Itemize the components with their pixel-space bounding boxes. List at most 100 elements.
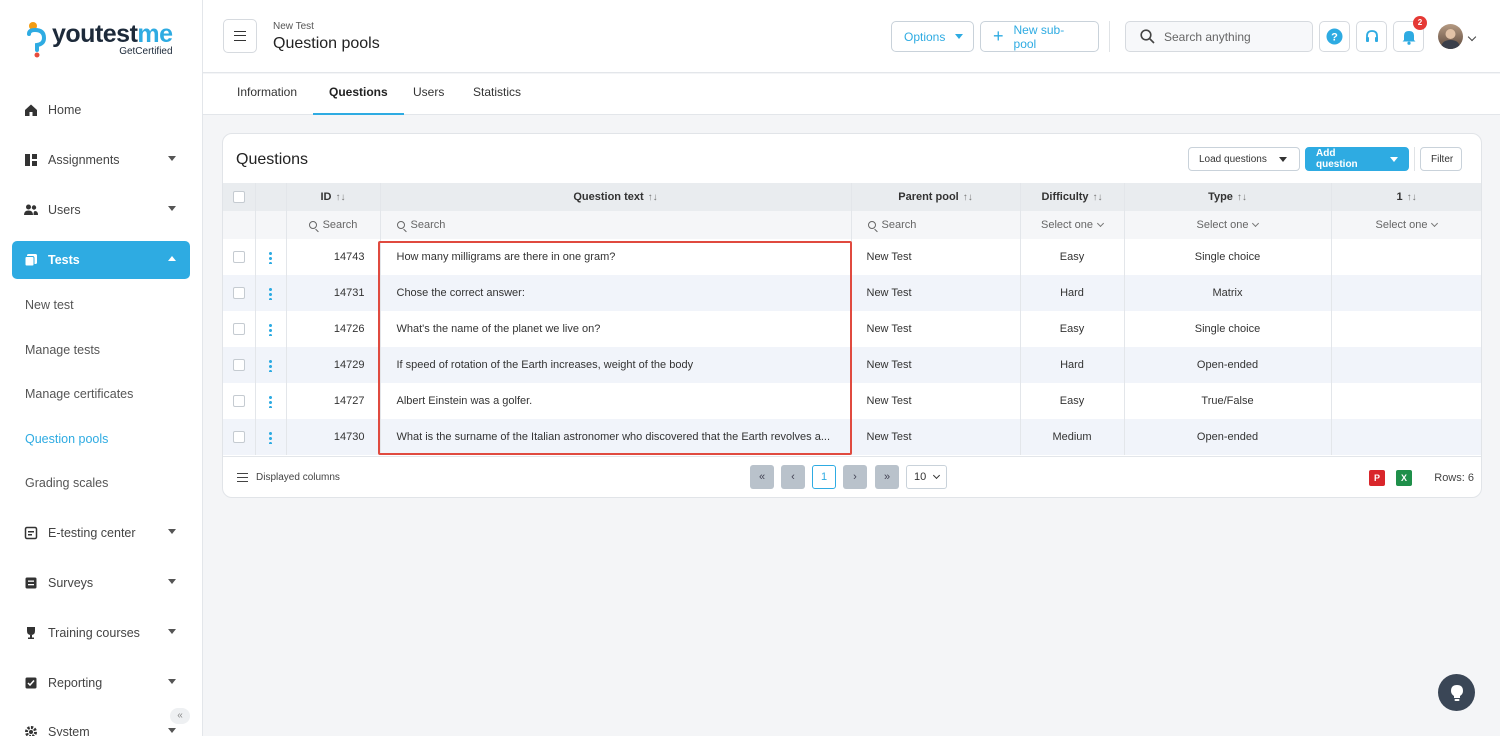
column-header-extra[interactable]: 1 ↑↓ — [1331, 183, 1481, 211]
sidebar-item-training-courses[interactable]: Training courses — [12, 614, 190, 652]
sort-icon: ↑↓ — [1092, 192, 1103, 203]
help-button[interactable]: ? — [1319, 21, 1350, 52]
last-page-button[interactable]: » — [875, 465, 899, 489]
sidebar-subitem-new-test[interactable]: New test — [25, 298, 74, 312]
avatar[interactable] — [1438, 24, 1463, 49]
row-actions-icon[interactable] — [269, 430, 272, 444]
parent-pool-search-filter[interactable]: Search — [851, 211, 1021, 239]
plus-icon: + — [993, 26, 1004, 46]
table-row[interactable]: 14730 What is the surname of the Italian … — [223, 419, 1481, 455]
breadcrumb[interactable]: New Test — [273, 21, 314, 32]
add-question-button[interactable]: Add question — [1305, 147, 1409, 171]
column-header-id[interactable]: ID ↑↓ — [286, 183, 381, 211]
row-select-cell — [223, 275, 256, 311]
row-actions-icon[interactable] — [269, 358, 272, 372]
questions-card: Questions Load questions Add question Fi… — [222, 133, 1482, 498]
sidebar-item-tests[interactable]: Tests — [12, 241, 190, 279]
current-page-button[interactable]: 1 — [812, 465, 836, 489]
table-row[interactable]: 14731 Chose the correct answer: New Test Ha… — [223, 275, 1481, 311]
prev-page-button[interactable]: ‹ — [781, 465, 805, 489]
menu-toggle-button[interactable] — [223, 19, 257, 53]
column-header-difficulty[interactable]: Difficulty ↑↓ — [1020, 183, 1125, 211]
chevron-down-icon[interactable] — [1467, 32, 1477, 42]
page-title: Question pools — [273, 35, 380, 52]
question-text-search-filter[interactable]: Search — [380, 211, 852, 239]
row-actions-icon[interactable] — [269, 394, 272, 408]
notifications-button[interactable]: 2 — [1393, 16, 1427, 52]
cell-difficulty: Medium — [1020, 419, 1125, 455]
sidebar-item-system[interactable]: System — [12, 713, 190, 736]
row-checkbox[interactable] — [232, 323, 245, 336]
questions-table: ID ↑↓ Question text ↑↓ Parent pool ↑↓ Diffi… — [223, 183, 1481, 455]
collapse-sidebar-button[interactable]: « — [170, 708, 190, 724]
global-search-input[interactable]: Search anything — [1125, 21, 1313, 52]
select-all-checkbox[interactable] — [232, 191, 245, 204]
filter-button[interactable]: Filter — [1420, 147, 1462, 171]
table-row[interactable]: 14727 Albert Einstein was a golfer. New Te… — [223, 383, 1481, 419]
sidebar-item-e-testing-center[interactable]: E-testing center — [12, 514, 190, 552]
row-checkbox[interactable] — [232, 431, 245, 444]
table-row[interactable]: 14729 If speed of rotation of the Earth i… — [223, 347, 1481, 383]
export-excel-icon[interactable]: X — [1396, 470, 1412, 486]
rows-count: Rows: 6 — [1434, 472, 1474, 484]
sidebar-subitem-question-pools[interactable]: Question pools — [25, 432, 108, 446]
assignments-icon — [24, 153, 38, 167]
cell-question-text[interactable]: Chose the correct answer: — [380, 275, 852, 311]
extra-select-filter[interactable]: Select one — [1331, 211, 1481, 239]
tab-questions[interactable]: Questions — [313, 74, 404, 115]
filter-placeholder: Search — [410, 218, 446, 231]
column-header-type[interactable]: Type ↑↓ — [1124, 183, 1332, 211]
sidebar-item-surveys[interactable]: Surveys — [12, 564, 190, 602]
chevron-down-icon — [168, 679, 176, 684]
options-button[interactable]: Options — [891, 21, 974, 52]
sidebar-subitem-manage-certificates[interactable]: Manage certificates — [25, 387, 133, 401]
table-row[interactable]: 14743 How many milligrams are there in on… — [223, 239, 1481, 275]
tips-button[interactable] — [1438, 674, 1475, 711]
column-header-parent-pool[interactable]: Parent pool ↑↓ — [851, 183, 1021, 211]
row-actions-icon[interactable] — [269, 286, 272, 300]
cell-question-text[interactable]: Albert Einstein was a golfer. — [380, 383, 852, 419]
tab-users[interactable]: Users — [413, 74, 444, 115]
row-actions-icon[interactable] — [269, 322, 272, 336]
caret-down-icon — [1278, 156, 1287, 162]
difficulty-select-filter[interactable]: Select one — [1020, 211, 1125, 239]
row-select-cell — [223, 311, 256, 347]
sidebar-subitem-manage-tests[interactable]: Manage tests — [25, 343, 100, 357]
chevron-down-icon — [168, 579, 176, 584]
row-checkbox[interactable] — [232, 395, 245, 408]
next-page-button[interactable]: › — [843, 465, 867, 489]
first-page-button[interactable]: « — [750, 465, 774, 489]
tab-statistics[interactable]: Statistics — [473, 74, 521, 115]
type-select-filter[interactable]: Select one — [1124, 211, 1332, 239]
load-questions-button[interactable]: Load questions — [1188, 147, 1300, 171]
row-checkbox[interactable] — [232, 359, 245, 372]
cell-id: 14726 — [286, 311, 381, 347]
cell-question-text[interactable]: If speed of rotation of the Earth increa… — [380, 347, 852, 383]
sidebar-item-assignments[interactable]: Assignments — [12, 141, 190, 179]
new-subpool-button[interactable]: + New sub-pool — [980, 21, 1099, 52]
cell-question-text[interactable]: What's the name of the planet we live on… — [380, 311, 852, 347]
sidebar-item-label: E-testing center — [48, 526, 136, 540]
table-row[interactable]: 14726 What's the name of the planet we li… — [223, 311, 1481, 347]
brand-logo[interactable]: youtestme GetCertified — [26, 20, 173, 60]
sidebar-item-home[interactable]: Home — [12, 91, 190, 129]
id-search-filter[interactable]: Search — [286, 211, 381, 239]
column-header-question-text[interactable]: Question text ↑↓ — [380, 183, 852, 211]
cell-question-text[interactable]: How many milligrams are there in one gra… — [380, 239, 852, 275]
displayed-columns-button[interactable]: Displayed columns — [237, 472, 340, 483]
tab-information[interactable]: Information — [237, 74, 297, 115]
cell-question-text[interactable]: What is the surname of the Italian astro… — [380, 419, 852, 455]
sidebar-item-reporting[interactable]: Reporting — [12, 664, 190, 702]
gear-icon — [24, 725, 38, 736]
sidebar-item-users[interactable]: Users — [12, 191, 190, 229]
row-checkbox[interactable] — [232, 251, 245, 264]
chevron-down-icon — [1252, 219, 1260, 228]
export-pdf-icon[interactable]: P — [1369, 470, 1385, 486]
column-label: 1 — [1396, 191, 1403, 203]
chevron-down-icon — [1096, 219, 1105, 228]
sidebar-subitem-grading-scales[interactable]: Grading scales — [25, 476, 108, 490]
page-size-select[interactable]: 10 — [906, 465, 947, 489]
row-actions-icon[interactable] — [269, 250, 272, 264]
support-button[interactable] — [1356, 21, 1387, 52]
row-checkbox[interactable] — [232, 287, 245, 300]
